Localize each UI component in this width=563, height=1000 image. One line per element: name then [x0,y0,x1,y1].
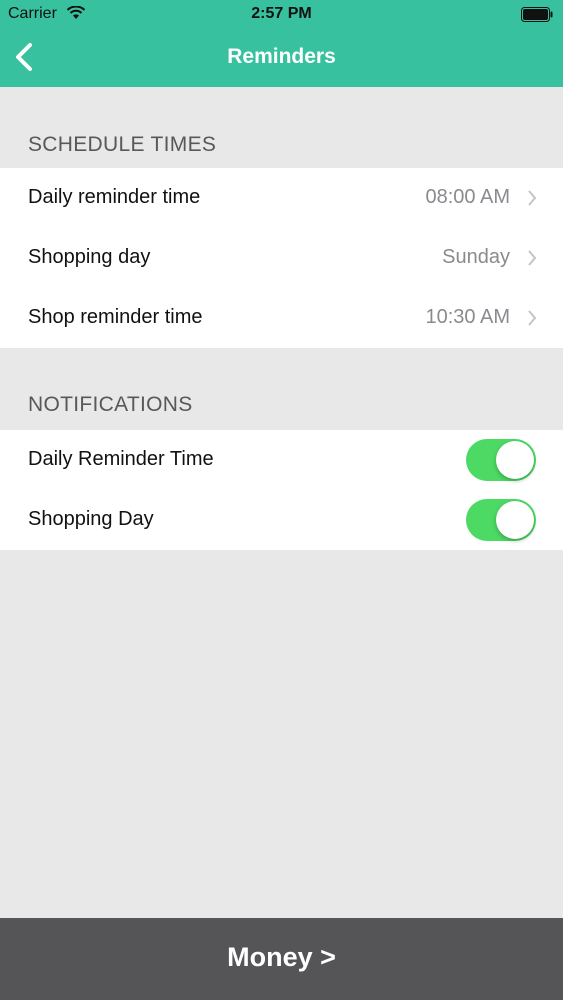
daily-reminder-toggle[interactable] [466,439,536,481]
toggle-knob [496,501,534,539]
row-shop-reminder-time[interactable]: Shop reminder time 10:30 AM [0,288,563,348]
nav-bar: Reminders [0,30,563,87]
row-value: 08:00 AM [425,186,510,208]
row-shopping-day-toggle: Shopping Day [0,490,563,550]
row-label: Shopping day [28,246,151,268]
status-time: 2:57 PM [251,5,312,22]
row-label: Shopping Day [28,508,154,530]
chevron-right-icon [528,190,537,206]
notifications-group: Daily Reminder Time Shopping Day [0,430,563,550]
battery-icon [521,7,553,22]
page-title: Reminders [227,45,336,68]
row-daily-reminder-time[interactable]: Daily reminder time 08:00 AM [0,168,563,228]
money-button[interactable]: Money > [0,918,563,1000]
row-value: Sunday [442,246,510,268]
status-bar: Carrier 2:57 PM [0,0,563,30]
row-shopping-day[interactable]: Shopping day Sunday [0,228,563,288]
row-label: Shop reminder time [28,306,203,328]
section-header-notifications: NOTIFICATIONS [28,393,193,416]
row-label: Daily Reminder Time [28,448,214,470]
chevron-right-icon [528,250,537,266]
toggle-knob [496,441,534,479]
top-bar: Carrier 2:57 PM Reminders [0,0,563,87]
row-value: 10:30 AM [425,306,510,328]
chevron-right-icon [528,310,537,326]
section-header-schedule: SCHEDULE TIMES [28,133,217,156]
row-label: Daily reminder time [28,186,201,208]
shopping-day-toggle[interactable] [466,499,536,541]
schedule-group: Daily reminder time 08:00 AM Shopping da… [0,168,563,348]
money-button-label: Money > [227,942,336,972]
row-daily-reminder-toggle: Daily Reminder Time [0,430,563,490]
